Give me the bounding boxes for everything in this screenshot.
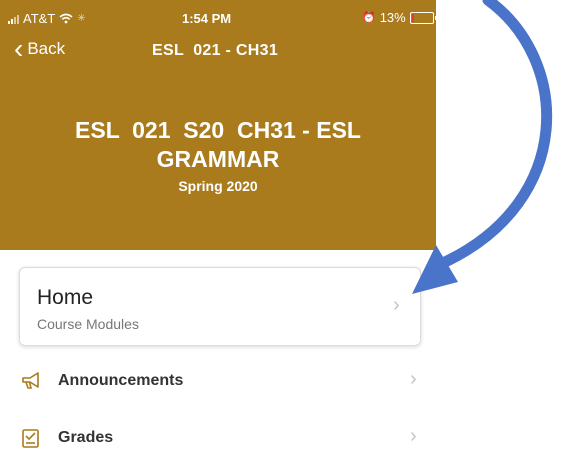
course-title-line2: GRAMMAR [156,146,280,172]
loading-icon: ✳ [77,13,86,24]
menu-item-label: Grades [58,429,114,446]
chevron-left-icon: ‹ [14,33,24,64]
battery-info: ⏰ 13% [362,10,437,25]
alarm-icon: ⏰ [362,12,376,24]
chevron-right-icon: › [393,294,400,316]
status-time: 1:54 PM [182,11,232,26]
battery-percent: 13% [379,10,406,25]
chevron-right-icon: › [410,425,417,447]
signal-icon [8,14,19,24]
carrier-label: AT&T [23,11,56,26]
wifi-icon [59,13,73,24]
home-title: Home [37,286,94,309]
course-title-line1: ESL 021 S20 CH31 - ESL [75,117,361,143]
grades-icon [22,429,39,448]
nav-bar: ‹ Back ESL 021 - CH31 [0,33,436,66]
home-card[interactable]: Home Course Modules › [19,267,421,346]
menu-item-announcements[interactable]: Announcements › [0,362,436,402]
carrier-info: AT&T ✳ [8,11,86,26]
menu-item-label: Announcements [58,372,184,389]
nav-title: ESL 021 - CH31 [152,42,279,59]
course-term: Spring 2020 [178,178,258,194]
course-header: AT&T ✳ 1:54 PM ⏰ 13% ‹ Back ESL 021 - CH… [0,0,437,250]
chevron-right-icon: › [410,368,417,390]
status-bar: AT&T ✳ 1:54 PM ⏰ 13% [0,8,437,28]
course-title: ESL 021 S20 CH31 - ESL GRAMMAR [0,116,436,174]
menu-item-grades[interactable]: Grades › [0,419,436,459]
home-subtitle: Course Modules [37,316,139,332]
megaphone-icon [22,372,39,389]
back-label: Back [27,39,66,58]
battery-level [411,13,415,22]
back-button[interactable]: ‹ Back [14,33,66,64]
battery-icon [409,11,437,24]
